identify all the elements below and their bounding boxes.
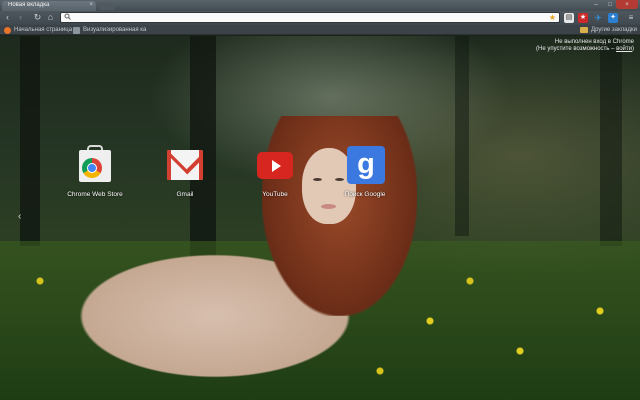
youtube-icon xyxy=(252,146,298,182)
home-icon[interactable]: ⌂ xyxy=(45,12,56,23)
background-tree xyxy=(455,36,469,236)
new-tab-page: Не выполнен вход в Chrome (Не упустите в… xyxy=(0,36,640,400)
background-tree xyxy=(20,36,40,246)
minimize-button[interactable]: – xyxy=(590,0,602,9)
app-youtube[interactable]: YouTube xyxy=(240,146,310,198)
bookmark-star-icon[interactable]: ★ xyxy=(549,13,556,22)
signin-suffix: ) xyxy=(632,46,634,52)
app-google-search[interactable]: g Поиск Google xyxy=(330,146,400,198)
signin-notice: Не выполнен вход в Chrome (Не упустите в… xyxy=(536,39,634,53)
firefox-icon xyxy=(4,26,11,34)
extension-4-icon[interactable]: ✦ xyxy=(608,13,618,23)
folder-icon xyxy=(580,27,588,33)
signin-prefix: (Не упустите возможность – xyxy=(536,46,617,52)
omnibox[interactable]: ★ xyxy=(60,12,560,23)
bookmark-item[interactable]: Визуализированная ка xyxy=(73,25,146,35)
tab-close-icon[interactable]: × xyxy=(89,2,93,8)
app-label: Поиск Google xyxy=(344,191,386,198)
other-bookmarks[interactable]: Другие закладки xyxy=(580,25,637,35)
tab-new-tab[interactable]: Новая вкладка × xyxy=(2,1,96,11)
back-icon[interactable]: ‹ xyxy=(2,12,13,23)
bookmarks-bar: Начальная страница Визуализированная ка … xyxy=(0,25,640,35)
app-label: YouTube xyxy=(262,191,288,198)
signin-line2: (Не упустите возможность – войти) xyxy=(536,46,634,53)
signin-link[interactable]: войти xyxy=(616,46,632,52)
google-search-icon: g xyxy=(342,146,388,184)
page-icon xyxy=(73,26,80,34)
signin-line1: Не выполнен вход в Chrome xyxy=(554,39,634,45)
forward-icon[interactable]: › xyxy=(15,12,26,23)
app-chrome-web-store[interactable]: Chrome Web Store xyxy=(60,145,130,198)
background-tree xyxy=(600,36,622,246)
search-icon xyxy=(64,13,71,23)
tab-title: Новая вкладка xyxy=(8,2,50,8)
extension-2-icon[interactable]: ★ xyxy=(578,13,588,23)
close-window-button[interactable]: × xyxy=(616,0,638,9)
chrome-web-store-icon xyxy=(72,145,118,182)
bookmark-label: Начальная страница xyxy=(14,27,73,33)
app-label: Chrome Web Store xyxy=(67,191,123,198)
tab-strip: Новая вкладка × – □ × xyxy=(0,0,640,11)
app-label: Gmail xyxy=(176,191,194,198)
extension-3-icon[interactable]: ✈ xyxy=(593,13,603,23)
gmail-icon xyxy=(162,146,208,182)
address-input[interactable] xyxy=(74,13,544,22)
extension-1-icon[interactable]: ▤ xyxy=(564,13,574,23)
menu-icon[interactable]: ≡ xyxy=(626,13,636,23)
bookmark-item[interactable]: Начальная страница xyxy=(4,25,72,35)
reload-icon[interactable]: ↻ xyxy=(32,12,43,23)
app-gmail[interactable]: Gmail xyxy=(150,146,220,198)
previous-page-icon[interactable]: ‹ xyxy=(18,211,21,222)
apps-grid: Chrome Web Store Gmail YouTube g Поиск G… xyxy=(0,145,640,206)
maximize-button[interactable]: □ xyxy=(604,0,616,9)
toolbar: ‹ › ↻ ⌂ ★ ▤ ★ ✈ ✦ ≡ xyxy=(0,11,640,25)
bookmark-label: Визуализированная ка xyxy=(83,27,147,33)
other-bookmarks-label: Другие закладки xyxy=(591,27,637,33)
new-tab-button[interactable] xyxy=(96,3,116,10)
